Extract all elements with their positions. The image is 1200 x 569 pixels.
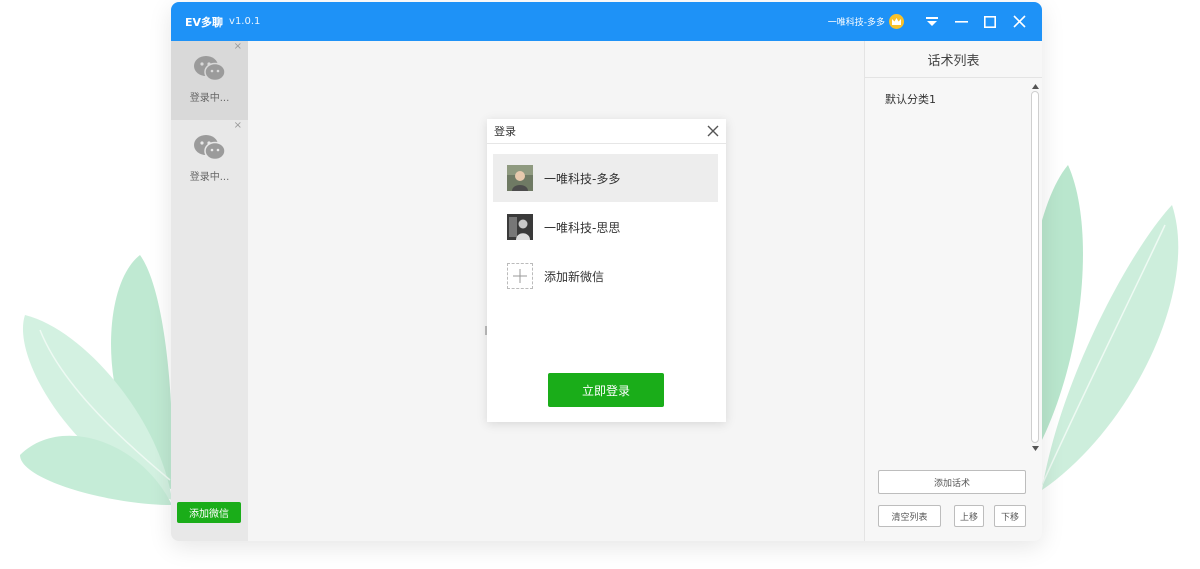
current-user[interactable]: 一唯科技-多多 <box>828 15 885 28</box>
add-wechat-button[interactable]: 添加微信 <box>177 502 241 523</box>
add-new-wechat-item[interactable]: 添加新微信 <box>493 252 718 300</box>
script-category-item[interactable]: 默认分类1 <box>865 79 1029 107</box>
dialog-account-item[interactable]: 一唯科技-思思 <box>493 203 718 251</box>
app-window: EV多聊 v1.0.1 一唯科技-多多 × 登录中... × 登录中... 添加… <box>171 2 1042 541</box>
clear-list-button[interactable]: 清空列表 <box>878 505 941 527</box>
maximize-icon[interactable] <box>977 9 1003 35</box>
dialog-account-name: 一唯科技-思思 <box>544 220 621 235</box>
app-name: EV多聊 <box>185 15 224 29</box>
move-up-button[interactable]: 上移 <box>954 505 984 527</box>
dialog-title-text: 登录 <box>494 125 516 138</box>
add-new-wechat-label: 添加新微信 <box>544 269 605 284</box>
login-dialog-title: 登录 <box>487 119 726 144</box>
plus-icon <box>507 263 533 289</box>
login-dialog: 登录 一唯科技-多多 一唯科技-思思 添加新微信 立即登录 <box>487 119 726 422</box>
scroll-down-icon[interactable] <box>1030 443 1040 453</box>
close-icon[interactable] <box>1006 9 1032 35</box>
title-bar[interactable]: EV多聊 v1.0.1 一唯科技-多多 <box>171 2 1042 41</box>
dialog-close-icon[interactable] <box>705 123 721 139</box>
dialog-account-name: 一唯科技-多多 <box>544 171 621 186</box>
account-status: 登录中... <box>189 93 230 104</box>
app-version: v1.0.1 <box>229 16 261 27</box>
scroll-up-icon[interactable] <box>1030 81 1040 91</box>
account-close-icon[interactable]: × <box>234 41 242 52</box>
scroll-track[interactable] <box>1031 91 1039 443</box>
account-slot-2[interactable]: × 登录中... <box>171 120 248 199</box>
account-sidebar: × 登录中... × 登录中... 添加微信 <box>171 41 248 541</box>
dialog-account-item[interactable]: 一唯科技-多多 <box>493 154 718 202</box>
move-down-button[interactable]: 下移 <box>994 505 1026 527</box>
script-list[interactable]: 默认分类1 <box>865 79 1029 451</box>
minimize-icon[interactable] <box>948 9 974 35</box>
avatar <box>507 165 533 191</box>
account-status: 登录中... <box>189 172 230 183</box>
script-panel: 话术列表 默认分类1 添加话术 清空列表 上移 下移 <box>864 41 1042 541</box>
wechat-icon <box>193 135 226 161</box>
script-panel-title: 话术列表 <box>865 41 1042 78</box>
add-script-button[interactable]: 添加话术 <box>878 470 1026 494</box>
title-bar-controls: 一唯科技-多多 <box>828 2 1032 41</box>
account-slot-1[interactable]: × 登录中... <box>171 41 248 120</box>
scrollbar[interactable] <box>1030 81 1040 453</box>
account-close-icon[interactable]: × <box>234 120 242 131</box>
wechat-icon <box>193 56 226 82</box>
avatar <box>507 214 533 240</box>
login-now-button[interactable]: 立即登录 <box>548 373 664 407</box>
crown-icon <box>889 14 904 29</box>
dropdown-menu-icon[interactable] <box>919 9 945 35</box>
